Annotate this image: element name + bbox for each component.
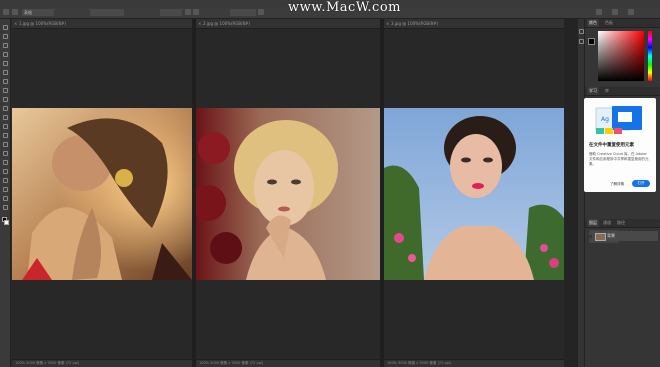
tab-swatches[interactable]: 色板 — [603, 19, 615, 27]
search-icon[interactable] — [596, 9, 602, 15]
blur-tool-icon[interactable] — [3, 142, 8, 147]
frame-tool-icon[interactable] — [3, 70, 8, 75]
document-status-3: 100% 5000 像素 x 3000 像素 (72 ppi) — [384, 359, 564, 367]
foreground-swatch[interactable] — [588, 38, 595, 45]
mode-select[interactable] — [90, 9, 124, 16]
healing-tool-icon[interactable] — [3, 88, 8, 93]
document-tab-1[interactable]: × 1.jpg @ 100%(RGB/8#) — [12, 19, 192, 29]
properties-panel-icon[interactable] — [579, 39, 584, 44]
pen-tool-icon[interactable] — [3, 160, 8, 165]
home-icon[interactable] — [3, 9, 9, 15]
document-status-2: 100% 5000 像素 x 3000 像素 (72 ppi) — [196, 359, 380, 367]
share-icon[interactable] — [628, 9, 634, 15]
panel-dock — [578, 19, 585, 367]
preset-select[interactable]: 表格 — [22, 9, 54, 16]
marquee-tool-icon[interactable] — [3, 34, 8, 39]
workspace-icon[interactable] — [612, 9, 618, 15]
stamp-tool-icon[interactable] — [3, 106, 8, 111]
tab-libraries[interactable]: 库 — [603, 87, 611, 95]
crop-tool-icon[interactable] — [3, 61, 8, 66]
color-panel-tabs: 颜色 色板 — [585, 19, 660, 28]
tab-channels[interactable]: 通道 — [601, 219, 613, 227]
libraries-promo-card: Ag 在文件中重复使用元素 借助 Creative Cloud 库，在 Adob… — [584, 98, 656, 192]
shape-tool-icon[interactable] — [3, 187, 8, 192]
tab-paths[interactable]: 路径 — [615, 219, 627, 227]
layers-panel-tabs: 图层 通道 路径 — [585, 219, 660, 228]
hand-tool-icon[interactable] — [3, 196, 8, 201]
settings-icon[interactable] — [258, 9, 264, 15]
tab-layers[interactable]: 图层 — [587, 219, 599, 227]
learn-more-link[interactable]: 了解详情 — [610, 182, 624, 187]
document-window-2[interactable]: × 2.jpg @ 100%(RGB/8#) 100% 5000 像素 x 30… — [196, 19, 380, 367]
photo-canvas-3[interactable] — [384, 108, 564, 280]
document-tab-label: 2.jpg @ 100%(RGB/8#) — [203, 21, 250, 26]
layer-thumbnail — [595, 233, 606, 241]
options-select[interactable] — [230, 9, 256, 16]
gradient-tool-icon[interactable] — [3, 133, 8, 138]
photo-canvas-1[interactable] — [12, 108, 192, 280]
eraser-tool-icon[interactable] — [3, 124, 8, 129]
document-window-1[interactable]: × 1.jpg @ 100%(RGB/8#) 100% 5000 像素 x 30… — [12, 19, 192, 367]
tab-learn[interactable]: 学习 — [587, 87, 599, 95]
history-panel-icon[interactable] — [579, 29, 584, 34]
watermark: www.MacW.com — [288, 0, 401, 15]
distribute-icon[interactable] — [193, 9, 199, 15]
svg-text:Ag: Ag — [601, 116, 609, 123]
path-select-tool-icon[interactable] — [3, 178, 8, 183]
document-tab-3[interactable]: × 3.jpg @ 100%(RGB/8#) — [384, 19, 564, 29]
document-window-3[interactable]: × 3.jpg @ 100%(RGB/8#) 100% 5000 像素 x 30… — [384, 19, 564, 367]
right-panels: 颜色 色板 学习 库 图层 通道 路径 — [585, 19, 660, 367]
photo-canvas-2[interactable] — [196, 108, 380, 280]
align-icon[interactable] — [185, 9, 191, 15]
close-icon[interactable]: × — [386, 22, 389, 26]
dodge-tool-icon[interactable] — [3, 151, 8, 156]
color-picker-field[interactable] — [598, 31, 644, 81]
document-tab-label: 1.jpg @ 100%(RGB/8#) — [19, 21, 66, 26]
libraries-illustration: Ag — [595, 106, 642, 134]
open-button[interactable]: 打开 — [632, 180, 650, 187]
background-color-swatch[interactable] — [4, 220, 9, 225]
move-tool-icon[interactable] — [3, 25, 8, 30]
document-status-1: 100% 5000 像素 x 3000 像素 (72 ppi) — [12, 359, 192, 367]
card-body: 借助 Creative Cloud 库，在 Adobe 文件和应用程序中共享和重… — [589, 152, 649, 166]
zoom-tool-icon[interactable] — [3, 205, 8, 210]
layer-name: 背景 — [607, 233, 615, 238]
hue-slider[interactable] — [648, 31, 652, 81]
eyedropper-tool-icon[interactable] — [3, 79, 8, 84]
brush-tool-icon[interactable] — [3, 97, 8, 102]
document-tab-2[interactable]: × 2.jpg @ 100%(RGB/8#) — [196, 19, 380, 29]
card-title: 在文件中重复使用元素 — [589, 143, 634, 148]
tab-color[interactable]: 颜色 — [587, 19, 599, 27]
type-tool-icon[interactable] — [3, 169, 8, 174]
document-scroll-area — [564, 19, 578, 367]
move-tool-icon[interactable] — [12, 9, 18, 15]
learn-panel-tabs: 学习 库 — [585, 87, 660, 96]
history-brush-tool-icon[interactable] — [3, 115, 8, 120]
tools-panel — [0, 19, 11, 367]
close-icon[interactable]: × — [198, 22, 201, 26]
size-field[interactable] — [160, 9, 182, 16]
close-icon[interactable]: × — [14, 22, 17, 26]
lasso-tool-icon[interactable] — [3, 43, 8, 48]
layer-row[interactable]: 背景 — [592, 231, 658, 241]
magic-wand-tool-icon[interactable] — [3, 52, 8, 57]
document-tab-label: 3.jpg @ 100%(RGB/8#) — [391, 21, 438, 26]
